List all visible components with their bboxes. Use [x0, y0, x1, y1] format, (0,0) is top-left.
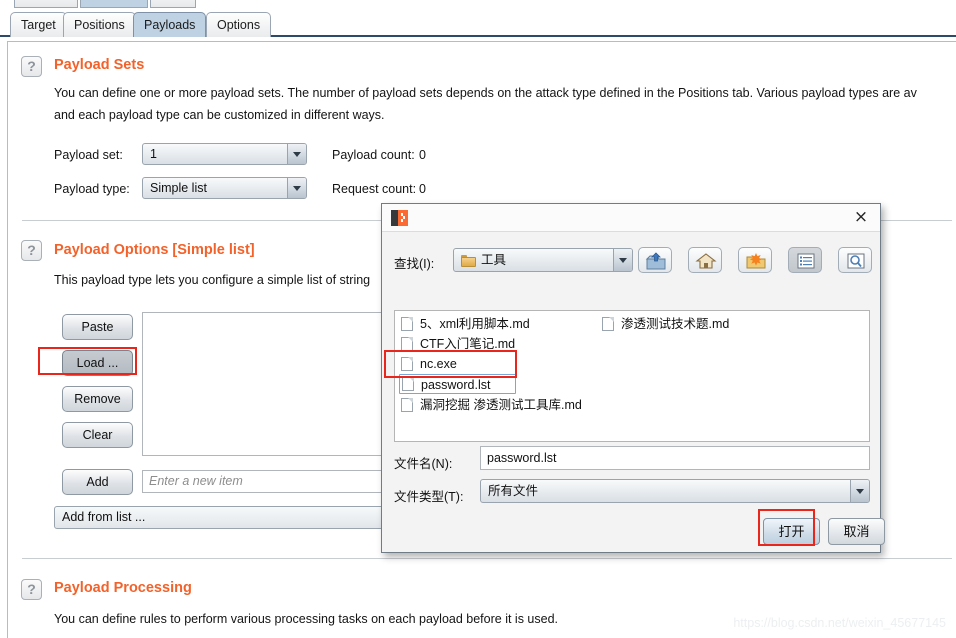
file-name: 渗透测试技术题.md: [621, 317, 730, 331]
payload-set-label: Payload set:: [54, 148, 123, 162]
file-type-label: 文件类型(T):: [394, 490, 464, 504]
file-name-input[interactable]: password.lst: [480, 446, 870, 470]
document-icon: [401, 337, 413, 351]
clipped-tab-1: [14, 0, 78, 8]
tab-bar: Target Positions Payloads Options: [0, 9, 956, 37]
file-list[interactable]: 5、xml利用脚本.md CTF入门笔记.md nc.exe password.…: [394, 310, 870, 442]
payload-processing-desc: You can define rules to perform various …: [54, 612, 558, 626]
list-view-icon[interactable]: [788, 247, 822, 273]
new-folder-icon[interactable]: [738, 247, 772, 273]
file-name: password.lst: [421, 378, 491, 392]
look-in-combo[interactable]: 工具: [453, 248, 633, 272]
payload-options-title: Payload Options [Simple list]: [54, 242, 255, 258]
clipped-tab-strip-above: [0, 0, 956, 8]
chevron-down-icon[interactable]: [287, 178, 306, 198]
section-divider-2: [22, 558, 952, 559]
list-item[interactable]: nc.exe: [399, 354, 457, 374]
file-name: 漏洞挖掘 渗透测试工具库.md: [420, 398, 582, 412]
payload-type-combo[interactable]: Simple list: [142, 177, 307, 199]
payload-sets-desc-line2: and each payload type can be customized …: [54, 108, 385, 122]
payload-processing-title: Payload Processing: [54, 580, 192, 596]
payload-set-combo-value: 1: [150, 147, 157, 161]
cancel-button[interactable]: 取消: [828, 518, 885, 545]
paste-button[interactable]: Paste: [62, 314, 133, 340]
document-icon: [402, 377, 414, 391]
document-icon: [602, 317, 614, 331]
look-in-label: 查找(I):: [394, 257, 435, 271]
dialog-title-bar: ×: [382, 204, 880, 232]
file-name: 5、xml利用脚本.md: [420, 317, 530, 331]
watermark: https://blog.csdn.net/weixin_45677145: [733, 616, 946, 630]
chevron-down-icon[interactable]: [850, 480, 869, 502]
list-item[interactable]: CTF入门笔记.md: [399, 334, 515, 354]
up-folder-icon[interactable]: [638, 247, 672, 273]
payload-count-value: 0: [419, 148, 426, 162]
file-type-value: 所有文件: [488, 484, 539, 498]
payload-type-combo-value: Simple list: [150, 181, 207, 195]
help-icon-payload-options[interactable]: ?: [21, 240, 42, 261]
file-name: CTF入门笔记.md: [420, 337, 516, 351]
tab-payloads[interactable]: Payloads: [133, 12, 207, 37]
payload-type-label: Payload type:: [54, 182, 130, 196]
payload-sets-desc-line1: You can define one or more payload sets.…: [54, 86, 917, 100]
load-button[interactable]: Load ...: [62, 350, 133, 376]
close-icon[interactable]: ×: [851, 208, 871, 228]
file-chooser-dialog: × 查找(I): 工具 5、xml利用脚本.md CTF入门笔记.md nc.e…: [381, 203, 885, 553]
chevron-down-icon[interactable]: [613, 249, 632, 271]
chevron-down-icon[interactable]: [287, 144, 306, 164]
tab-target[interactable]: Target: [10, 12, 67, 37]
document-icon: [401, 357, 413, 371]
look-in-value: 工具: [481, 253, 507, 267]
tab-options[interactable]: Options: [206, 12, 272, 37]
folder-icon: [461, 255, 476, 267]
list-item[interactable]: 渗透测试技术题.md: [600, 314, 729, 334]
file-type-combo[interactable]: 所有文件: [480, 479, 870, 503]
request-count-value: 0: [419, 182, 426, 196]
request-count-label: Request count:: [332, 182, 417, 196]
clipped-tab-2: [80, 0, 148, 8]
home-icon[interactable]: [688, 247, 722, 273]
document-icon: [401, 317, 413, 331]
document-icon: [401, 398, 413, 412]
tab-positions[interactable]: Positions: [63, 12, 136, 37]
clear-button[interactable]: Clear: [62, 422, 133, 448]
list-item[interactable]: 漏洞挖掘 渗透测试工具库.md: [399, 395, 582, 415]
payload-set-combo[interactable]: 1: [142, 143, 307, 165]
payload-count-label: Payload count:: [332, 148, 415, 162]
payload-sets-title: Payload Sets: [54, 57, 145, 73]
file-name: nc.exe: [420, 357, 457, 371]
burp-logo-icon: [391, 210, 408, 226]
payload-options-desc: This payload type lets you configure a s…: [54, 273, 371, 287]
details-view-icon[interactable]: [838, 247, 872, 273]
clipped-tab-3: [150, 0, 196, 8]
open-button[interactable]: 打开: [763, 518, 820, 545]
list-item-selected[interactable]: password.lst: [399, 374, 516, 394]
file-name-label: 文件名(N):: [394, 457, 453, 471]
remove-button[interactable]: Remove: [62, 386, 133, 412]
add-button[interactable]: Add: [62, 469, 133, 495]
list-item[interactable]: 5、xml利用脚本.md: [399, 314, 530, 334]
help-icon-payload-sets[interactable]: ?: [21, 56, 42, 77]
help-icon-payload-processing[interactable]: ?: [21, 579, 42, 600]
